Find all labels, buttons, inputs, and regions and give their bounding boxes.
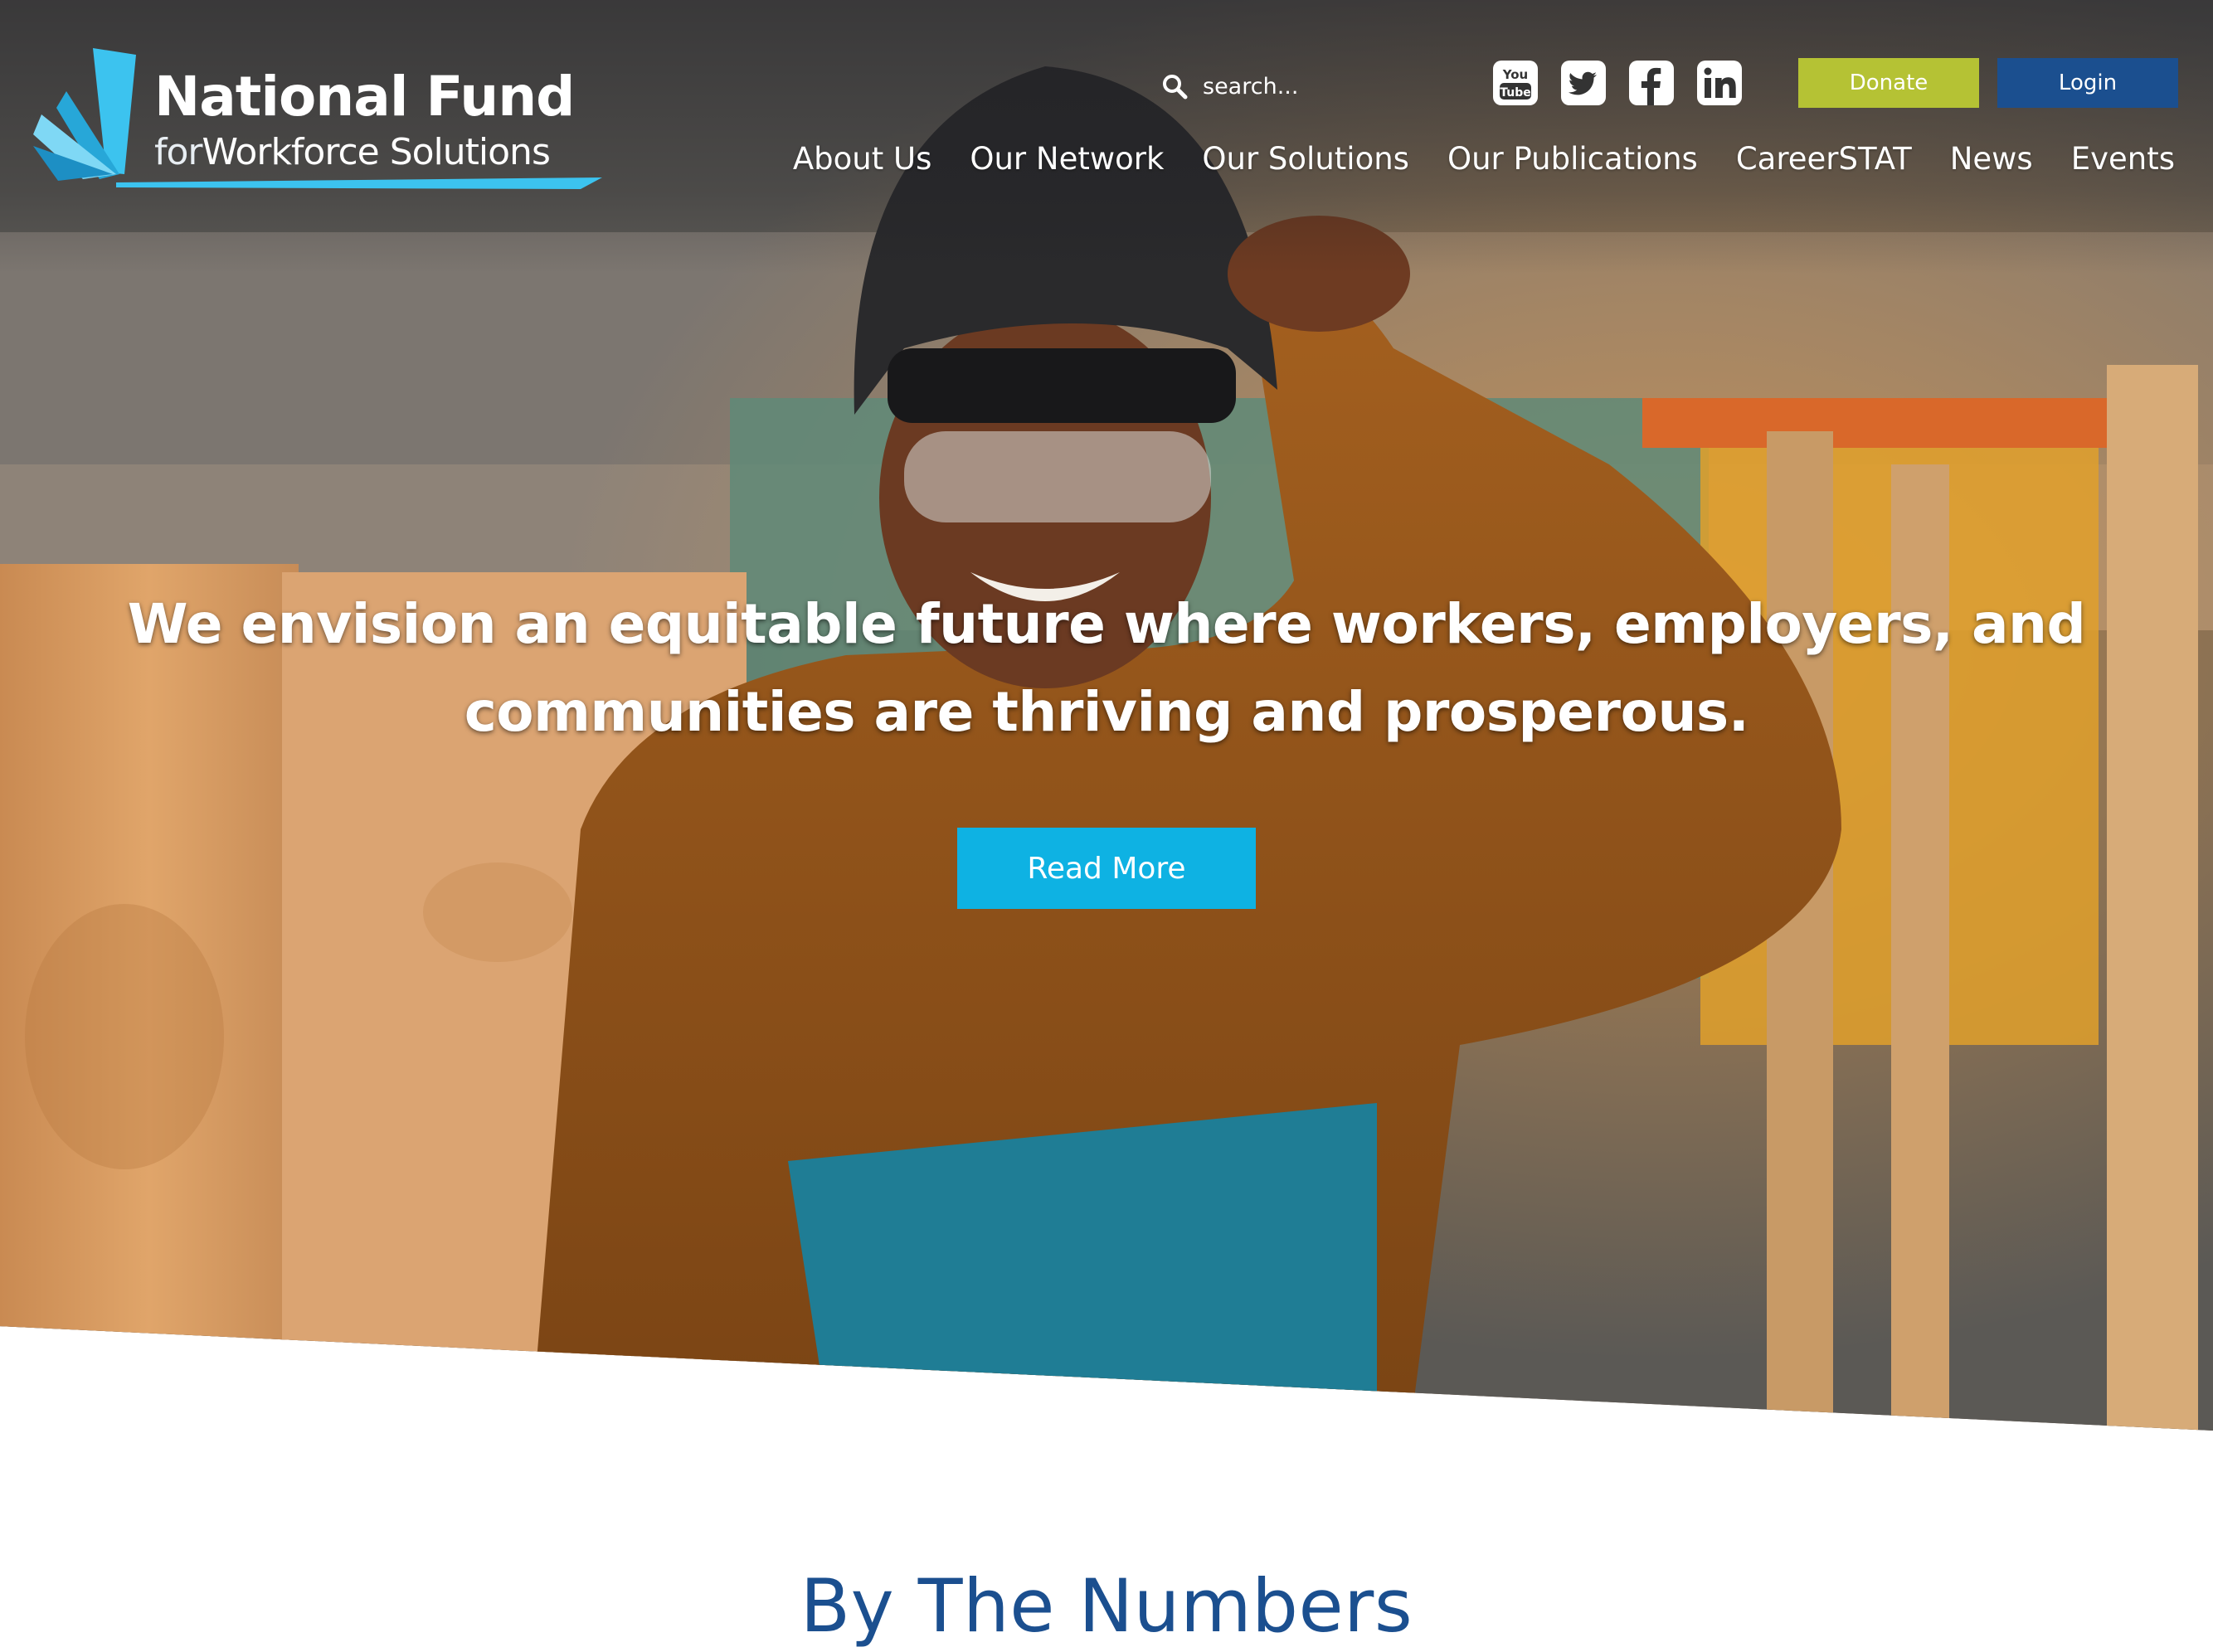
nav-our-publications[interactable]: Our Publications [1447,141,1698,177]
linkedin-icon[interactable] [1697,61,1742,105]
svg-text:Tube: Tube [1500,86,1531,100]
svg-text:You: You [1502,67,1528,82]
main-nav: About Us Our Network Our Solutions Our P… [793,141,2175,177]
search-input[interactable] [1203,73,1352,100]
logo-title: National Fund [154,65,575,129]
youtube-icon[interactable]: You Tube [1493,61,1538,105]
logo-mark-icon [33,48,136,181]
nav-our-network[interactable]: Our Network [970,141,1164,177]
hero-headline-line2: communities are thriving and prosperous. [464,680,1749,744]
login-button[interactable]: Login [1997,58,2178,108]
site-logo[interactable]: National Fund forWorkforce Solutions [33,48,602,197]
nav-news[interactable]: News [1950,141,2033,177]
search-box[interactable] [1161,68,1352,104]
nav-careerstat[interactable]: CareerSTAT [1736,141,1912,177]
search-icon[interactable] [1161,73,1188,100]
section-title-by-the-numbers: By The Numbers [800,1563,1413,1650]
nav-about-us[interactable]: About Us [793,141,932,177]
logo-underline [116,177,602,189]
twitter-icon[interactable] [1561,61,1606,105]
logo-subtitle-rest: Workforce Solutions [202,131,551,173]
facebook-icon[interactable] [1629,61,1674,105]
nav-events[interactable]: Events [2071,141,2175,177]
hero-headline: We envision an equitable future where wo… [124,581,2089,756]
logo-subtitle: forWorkforce Solutions [154,131,551,173]
logo-subtitle-for: for [154,131,202,173]
hero-headline-line1: We envision an equitable future where wo… [127,592,2086,656]
read-more-button[interactable]: Read More [957,828,1256,909]
donate-button[interactable]: Donate [1798,58,1979,108]
nav-our-solutions[interactable]: Our Solutions [1202,141,1409,177]
